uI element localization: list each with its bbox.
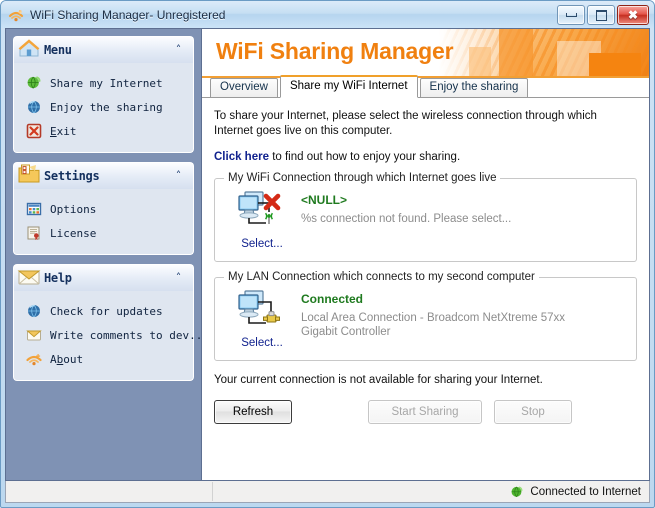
sidebar-panel-help-title: Help xyxy=(44,271,72,285)
lan-select-link[interactable]: Select... xyxy=(241,337,283,349)
sidebar-item-share-my-internet[interactable]: Share my Internet xyxy=(14,71,193,95)
about-pre: A xyxy=(50,352,57,366)
status-bar: Connected to Internet xyxy=(5,481,650,503)
window-title: WiFi Sharing Manager- Unregistered xyxy=(30,7,226,22)
blue-globe-icon xyxy=(26,99,42,115)
sidebar-item-label: Enjoy the sharing xyxy=(50,100,163,114)
status-cell-right: Connected to Internet xyxy=(213,482,649,501)
sidebar-item-label: License xyxy=(50,226,97,240)
lan-connection-row: Select... Connected Local Area Connectio… xyxy=(215,278,636,351)
status-right-text: Connected to Internet xyxy=(530,485,641,498)
app-wifi-icon xyxy=(8,7,24,23)
sidebar-panel-settings: Settings ˄ Options License xyxy=(13,162,194,255)
house-icon xyxy=(16,35,42,61)
wifi-connection-text: <NULL> %s connection not found. Please s… xyxy=(295,188,601,252)
lan-description: Local Area Connection - Broadcom NetXtre… xyxy=(301,312,565,338)
options-grid-icon xyxy=(26,201,42,217)
status-cell-left xyxy=(6,482,213,501)
sidebar-panel-menu-title: Menu xyxy=(44,43,72,57)
lan-status: Connected xyxy=(301,292,364,306)
sidebar-panel-menu-header[interactable]: Menu ˄ xyxy=(13,36,194,63)
wifi-group-legend: My WiFi Connection through which Interne… xyxy=(224,172,501,184)
exit-mnemonic: E xyxy=(50,124,57,138)
tab-pane-share-my-wifi-internet: To share your Internet, please select th… xyxy=(202,98,649,480)
sidebar-item-label: Exit xyxy=(50,125,77,138)
chevron-up-icon[interactable]: ˄ xyxy=(172,43,185,56)
app-wifi-icon xyxy=(26,351,42,367)
sidebar: Menu ˄ Share my Internet Enjoy the shari… xyxy=(5,28,201,481)
sidebar-item-options[interactable]: Options xyxy=(14,197,193,221)
stop-button[interactable]: Stop xyxy=(494,400,572,424)
close-button[interactable]: ✖ xyxy=(617,5,649,25)
envelope-icon xyxy=(26,327,42,343)
wifi-status: <NULL> xyxy=(301,193,348,207)
blue-globe-icon xyxy=(26,303,42,319)
start-sharing-button[interactable]: Start Sharing xyxy=(368,400,482,424)
wifi-select-link[interactable]: Select... xyxy=(241,238,283,250)
sidebar-item-about[interactable]: About xyxy=(14,347,193,371)
window-controls: ✖ xyxy=(557,5,649,25)
green-globe-icon xyxy=(510,485,524,499)
click-here-link[interactable]: Click here xyxy=(214,151,269,163)
wifi-description: %s connection not found. Please select..… xyxy=(301,213,512,225)
sidebar-panel-help: Help ˄ Check for updates Write comments … xyxy=(13,264,201,381)
sidebar-panel-help-body: Check for updates Write comments to dev.… xyxy=(13,291,201,381)
sidebar-item-label: About xyxy=(50,353,83,366)
tab-enjoy-the-sharing[interactable]: Enjoy the sharing xyxy=(419,78,529,98)
wifi-connection-group: My WiFi Connection through which Interne… xyxy=(214,172,637,262)
lan-connection-text: Connected Local Area Connection - Broadc… xyxy=(295,287,601,351)
click-here-suffix: to find out how to enjoy your sharing. xyxy=(272,151,461,163)
sidebar-item-check-for-updates[interactable]: Check for updates xyxy=(14,299,193,323)
banner-artwork xyxy=(439,29,649,78)
sidebar-panel-help-header[interactable]: Help ˄ xyxy=(13,264,194,291)
lan-group-legend: My LAN Connection which connects to my s… xyxy=(224,271,539,283)
client-area: Menu ˄ Share my Internet Enjoy the shari… xyxy=(5,28,650,503)
sidebar-panel-menu: Menu ˄ Share my Internet Enjoy the shari… xyxy=(13,36,194,153)
help-link-line: Click here to find out how to enjoy your… xyxy=(214,151,637,163)
lan-icon-wrap: Select... xyxy=(229,287,295,351)
app-window: WiFi Sharing Manager- Unregistered ✖ Men… xyxy=(0,0,655,508)
exit-rest: xit xyxy=(56,124,77,138)
checklist-folder-icon xyxy=(16,161,42,187)
maximize-button[interactable] xyxy=(587,5,615,25)
sidebar-panel-settings-title: Settings xyxy=(44,169,100,183)
lan-connection-group: My LAN Connection which connects to my s… xyxy=(214,271,637,361)
sidebar-item-label: Write comments to dev... xyxy=(50,328,201,342)
tab-strip: Overview Share my WiFi Internet Enjoy th… xyxy=(202,75,649,98)
tab-share-my-wifi-internet[interactable]: Share my WiFi Internet xyxy=(279,75,418,98)
two-monitors-lan-icon xyxy=(236,287,288,333)
sidebar-panel-settings-body: Options License xyxy=(13,189,194,255)
sidebar-item-license[interactable]: License xyxy=(14,221,193,245)
banner-title: WiFi Sharing Manager xyxy=(216,38,454,64)
sidebar-item-enjoy-the-sharing[interactable]: Enjoy the sharing xyxy=(14,95,193,119)
tab-overview[interactable]: Overview xyxy=(210,78,278,98)
red-x-icon xyxy=(26,123,42,139)
minimize-button[interactable] xyxy=(557,5,585,25)
sidebar-item-label: Share my Internet xyxy=(50,76,163,90)
certificate-icon xyxy=(26,225,42,241)
sidebar-item-write-comments[interactable]: Write comments to dev... xyxy=(14,323,201,347)
chevron-up-icon[interactable]: ˄ xyxy=(172,271,185,284)
content-area: WiFi Sharing Manager Overview Share my W… xyxy=(201,28,650,481)
sidebar-panel-settings-header[interactable]: Settings ˄ xyxy=(13,162,194,189)
sidebar-panel-menu-body: Share my Internet Enjoy the sharing Exit xyxy=(13,63,194,153)
green-globe-icon xyxy=(26,75,42,91)
refresh-button[interactable]: Refresh xyxy=(214,400,292,424)
intro-text: To share your Internet, please select th… xyxy=(214,110,597,137)
wifi-connection-row: Select... <NULL> %s connection not found… xyxy=(215,179,636,252)
sidebar-item-label: Options xyxy=(50,202,97,216)
two-monitors-wifi-error-icon xyxy=(236,188,288,234)
button-row: Refresh Start Sharing Stop xyxy=(214,400,637,424)
sidebar-item-label: Check for updates xyxy=(50,304,163,318)
warning-text: Your current connection is not available… xyxy=(214,374,543,386)
sidebar-item-exit[interactable]: Exit xyxy=(14,119,193,143)
envelope-icon xyxy=(16,263,42,289)
wifi-icon-wrap: Select... xyxy=(229,188,295,252)
chevron-up-icon[interactable]: ˄ xyxy=(172,169,185,182)
about-rest: out xyxy=(63,352,84,366)
title-bar: WiFi Sharing Manager- Unregistered ✖ xyxy=(1,1,654,28)
app-banner: WiFi Sharing Manager xyxy=(202,29,649,78)
main-row: Menu ˄ Share my Internet Enjoy the shari… xyxy=(5,28,650,481)
